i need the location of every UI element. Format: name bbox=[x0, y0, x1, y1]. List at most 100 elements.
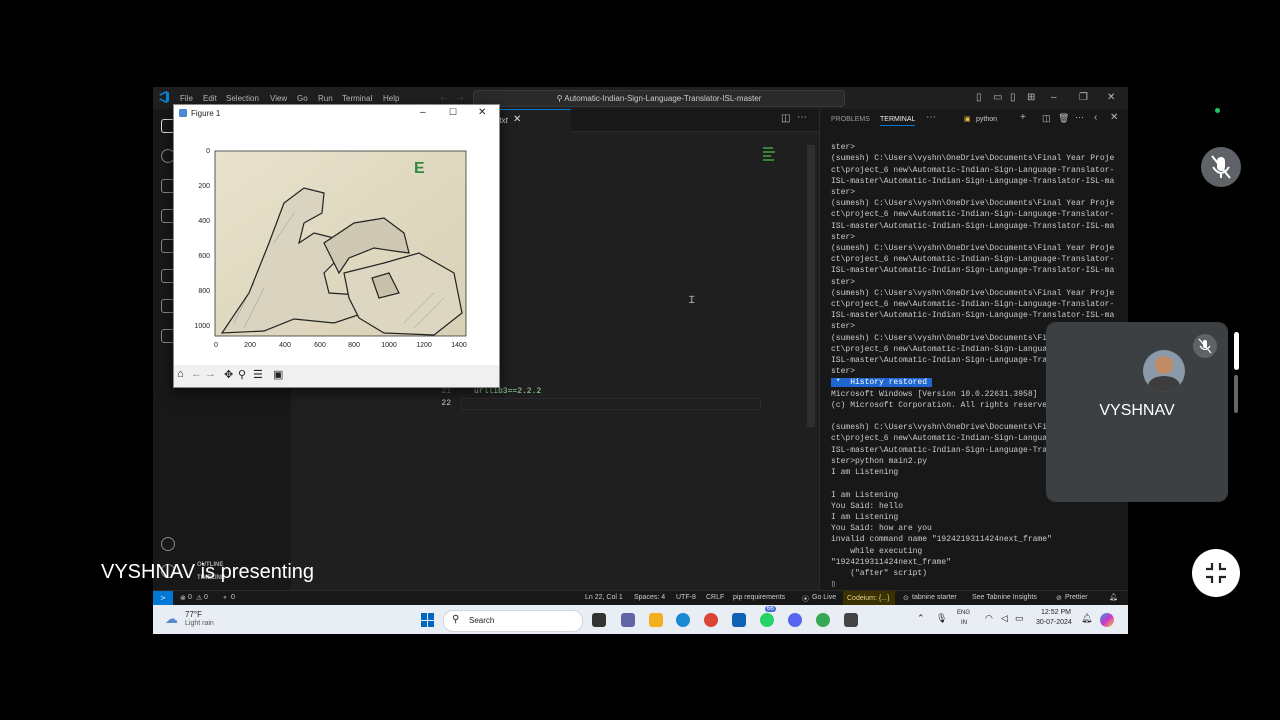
home-icon[interactable]: ⌂ bbox=[177, 368, 184, 380]
panel-close-icon[interactable]: ✕ bbox=[1110, 112, 1118, 123]
tile-scroll-track bbox=[1234, 375, 1238, 413]
eol[interactable]: CRLF bbox=[706, 594, 724, 601]
vscode-taskbar-icon[interactable] bbox=[732, 613, 746, 627]
exit-fullscreen-button[interactable] bbox=[1192, 549, 1240, 597]
split-terminal-icon[interactable]: ◫ bbox=[1042, 113, 1051, 124]
file-explorer-icon[interactable] bbox=[649, 613, 663, 627]
panel-more-icon[interactable]: ⋯ bbox=[926, 112, 936, 123]
layout-panel-icon[interactable]: ▭ bbox=[993, 92, 1002, 103]
restore-icon[interactable]: ❐ bbox=[1079, 92, 1088, 103]
cursor-position[interactable]: Ln 22, Col 1 bbox=[585, 594, 623, 601]
menu-terminal[interactable]: Terminal bbox=[342, 94, 372, 103]
notifications-bell-icon[interactable]: 🔔︎ bbox=[1109, 593, 1118, 601]
menu-run[interactable]: Run bbox=[318, 94, 333, 103]
x-tick: 400 bbox=[279, 342, 291, 349]
clock-time[interactable]: 12:52 PM bbox=[1041, 609, 1071, 616]
menu-help[interactable]: Help bbox=[383, 94, 399, 103]
tab-problems[interactable]: PROBLEMS bbox=[831, 116, 870, 123]
split-editor-icon[interactable]: ◫ bbox=[781, 113, 790, 124]
wifi-icon[interactable]: ◠ bbox=[985, 613, 993, 624]
configure-subplots-icon[interactable]: ☰ bbox=[253, 368, 263, 381]
lang-eng[interactable]: ENG bbox=[957, 610, 970, 616]
panel-more2-icon[interactable]: ⋯ bbox=[1075, 112, 1084, 123]
volume-icon[interactable]: ◁ bbox=[1001, 613, 1008, 624]
menu-go[interactable]: Go bbox=[297, 94, 308, 103]
tab-requirements[interactable]: .txt ✕ bbox=[491, 109, 571, 132]
errors-count[interactable]: 0 bbox=[188, 594, 192, 601]
mic-off-button[interactable] bbox=[1201, 147, 1241, 187]
figure-maximize-icon[interactable]: ☐ bbox=[449, 107, 457, 118]
layout-customize-icon[interactable]: ⊞ bbox=[1027, 92, 1035, 103]
zoom-icon[interactable]: ⚲ bbox=[238, 368, 246, 381]
ports-icon: ⚬ bbox=[222, 595, 228, 602]
taskbar-search[interactable]: ⚲ Search bbox=[443, 610, 583, 632]
command-center-search[interactable]: ⚲ Automatic-Indian-Sign-Language-Transla… bbox=[473, 90, 845, 107]
status-bar: ≻ ⊗ 0 ⚠ 0 ⚬ 0 Ln 22, Col 1 Spaces: 4 UTF… bbox=[153, 590, 1128, 606]
weather-temp[interactable]: 77°F bbox=[185, 610, 202, 619]
teams-icon[interactable] bbox=[621, 613, 635, 627]
editor-scrollbar[interactable] bbox=[807, 145, 815, 427]
python-figure-icon[interactable] bbox=[844, 613, 858, 627]
tabnine-status[interactable]: tabnine starter bbox=[912, 594, 957, 601]
close-icon[interactable]: ✕ bbox=[1107, 92, 1115, 103]
go-live[interactable]: Go Live bbox=[812, 594, 836, 601]
account-icon[interactable] bbox=[161, 537, 175, 551]
save-icon[interactable]: ▣ bbox=[273, 368, 283, 381]
task-view-icon[interactable] bbox=[592, 613, 606, 627]
nav-forward-icon[interactable]: → bbox=[455, 92, 465, 103]
figure-close-icon[interactable]: ✕ bbox=[478, 107, 486, 118]
tile-scroll-handle[interactable] bbox=[1234, 332, 1239, 370]
minimize-icon[interactable]: – bbox=[1051, 92, 1057, 103]
nav-back-icon[interactable]: ← bbox=[439, 92, 449, 103]
indentation[interactable]: Spaces: 4 bbox=[634, 594, 665, 601]
microphone-icon[interactable]: 🎙︎ bbox=[936, 613, 947, 624]
app-icon[interactable] bbox=[788, 613, 802, 627]
windows-start-icon[interactable] bbox=[421, 613, 435, 627]
pan-icon[interactable]: ✥ bbox=[224, 368, 233, 381]
encoding[interactable]: UTF-8 bbox=[676, 594, 696, 601]
forward-arrow-icon[interactable]: → bbox=[205, 368, 216, 380]
x-tick: 200 bbox=[244, 342, 256, 349]
code-line-21[interactable]: urllib3==2.2.2 bbox=[474, 387, 541, 396]
minimap[interactable] bbox=[763, 145, 777, 167]
prettier-status[interactable]: Prettier bbox=[1065, 594, 1088, 601]
search-icon: ⚲ bbox=[452, 614, 460, 625]
new-terminal-icon[interactable]: + bbox=[1020, 112, 1026, 123]
warnings-count[interactable]: 0 bbox=[204, 594, 208, 601]
lang-in[interactable]: IN bbox=[961, 620, 967, 626]
edge-icon[interactable] bbox=[676, 613, 690, 627]
ports-count[interactable]: 0 bbox=[231, 594, 235, 601]
figure-minimize-icon[interactable]: – bbox=[420, 107, 426, 118]
back-arrow-icon[interactable]: ← bbox=[191, 368, 202, 380]
chrome-icon[interactable] bbox=[704, 613, 718, 627]
presenting-label: VYSHNAV is presenting bbox=[101, 561, 315, 583]
menu-selection[interactable]: Selection bbox=[226, 94, 259, 103]
participant-tile[interactable]: VYSHNAV bbox=[1046, 322, 1228, 502]
menu-view[interactable]: View bbox=[270, 94, 287, 103]
battery-icon[interactable]: ▭ bbox=[1015, 613, 1024, 624]
shared-screen: File Edit Selection View Go Run Terminal… bbox=[153, 87, 1128, 634]
panel-back-icon[interactable]: ‹ bbox=[1094, 112, 1097, 123]
tab-close-icon[interactable]: ✕ bbox=[513, 114, 521, 125]
more-actions-icon[interactable]: ⋯ bbox=[797, 112, 807, 123]
chrome-profile-icon[interactable] bbox=[816, 613, 830, 627]
layout-secondary-icon[interactable]: ▯ bbox=[1010, 92, 1016, 103]
figure-window[interactable]: Figure 1 – ☐ ✕ E 0 200 400 600 800 1000 … bbox=[173, 104, 500, 388]
language-mode[interactable]: pip requirements bbox=[733, 594, 785, 601]
weather-desc[interactable]: Light rain bbox=[185, 620, 214, 627]
notifications-icon[interactable]: 🔔︎ bbox=[1081, 613, 1092, 624]
tab-terminal[interactable]: TERMINAL bbox=[880, 116, 916, 126]
layout-sidebar-icon[interactable]: ▯ bbox=[976, 92, 982, 103]
copilot-icon[interactable] bbox=[1100, 613, 1114, 627]
whatsapp-icon[interactable] bbox=[760, 613, 774, 627]
clock-date[interactable]: 30-07-2024 bbox=[1036, 619, 1072, 626]
codeium-status[interactable]: Codeium: {...} bbox=[843, 591, 895, 606]
kill-terminal-icon[interactable]: 🗑 bbox=[1058, 113, 1069, 124]
menu-edit[interactable]: Edit bbox=[203, 94, 217, 103]
menu-file[interactable]: File bbox=[180, 94, 193, 103]
tabnine-insights[interactable]: See Tabnine Insights bbox=[972, 594, 1037, 601]
terminal-shell-label[interactable]: python bbox=[976, 116, 997, 123]
x-tick: 1200 bbox=[416, 342, 432, 349]
tray-chevron-icon[interactable]: ⌃ bbox=[917, 613, 925, 624]
remote-indicator-icon[interactable]: ≻ bbox=[153, 591, 173, 606]
